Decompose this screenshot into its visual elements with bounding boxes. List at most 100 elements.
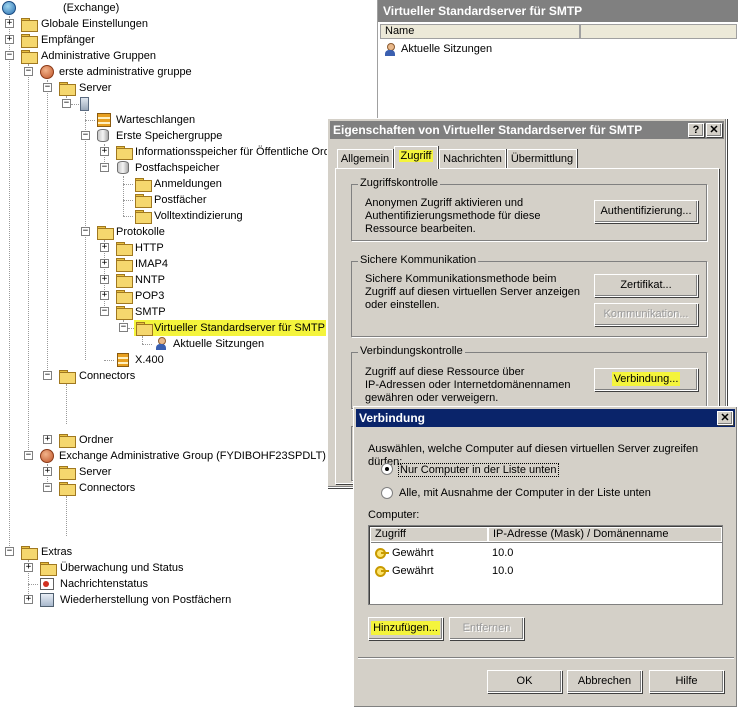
column-header-ip[interactable]: IP-Adresse (Mask) / Domänenname <box>488 527 722 542</box>
ok-button[interactable]: OK <box>487 670 562 693</box>
expand-icon[interactable]: + <box>43 435 52 444</box>
kommunikation-button[interactable]: Kommunikation... <box>594 303 698 326</box>
computer-list[interactable]: Zugriff IP-Adresse (Mask) / Domänenname … <box>368 525 723 605</box>
tree-node-postfachspeicher[interactable]: − Postfachspeicher <box>0 160 240 176</box>
tree-node-anmeldungen[interactable]: Anmeldungen <box>0 176 240 192</box>
tree-node-imap4[interactable]: + IMAP4 <box>0 256 200 272</box>
expand-icon[interactable]: + <box>5 19 14 28</box>
tree-node-http[interactable]: + HTTP <box>0 240 200 256</box>
expand-icon[interactable]: + <box>100 275 109 284</box>
tree-node-wiederherstellung[interactable]: + Wiederherstellung von Postfächern <box>0 592 280 608</box>
tree-node-volltextindizierung[interactable]: Volltextindizierung <box>0 208 260 224</box>
collapse-icon[interactable]: − <box>5 51 14 60</box>
tree-node-extras[interactable]: − Extras <box>0 544 200 560</box>
abbrechen-button[interactable]: Abbrechen <box>567 670 642 693</box>
expand-icon[interactable]: + <box>24 563 33 572</box>
column-header-empty[interactable] <box>580 24 737 39</box>
tree-node-erste-admin-gruppe[interactable]: − erste administrative gruppe <box>0 64 220 80</box>
entfernen-button[interactable]: Entfernen <box>449 617 524 640</box>
folder-icon <box>59 434 76 448</box>
list-item[interactable]: Aktuelle Sitzungen <box>384 42 584 58</box>
authentifizierung-button[interactable]: Authentifizierung... <box>594 200 698 223</box>
tree-node-pop3[interactable]: + POP3 <box>0 288 200 304</box>
exchange-icon <box>2 1 16 15</box>
collapse-icon[interactable]: − <box>43 483 52 492</box>
tree-node-ordner[interactable]: + Ordner <box>0 432 200 448</box>
tree-node-protokolle[interactable]: − Protokolle <box>0 224 200 240</box>
hinzufuegen-button[interactable]: Hinzufügen... <box>368 617 443 640</box>
radio-alle-ausnahme[interactable]: Alle, mit Ausnahme der Computer in der L… <box>381 485 681 501</box>
zertifikat-button[interactable]: Zertifikat... <box>594 274 698 297</box>
close-icon[interactable]: ✕ <box>717 411 733 425</box>
sicher-text: Sichere Kommunikationsmethode beim Zugri… <box>365 273 581 311</box>
radio-button[interactable] <box>381 463 393 475</box>
expand-icon[interactable]: + <box>43 467 52 476</box>
expand-icon[interactable]: + <box>100 243 109 252</box>
tree-node-connectors-2[interactable]: − Connectors <box>0 480 200 496</box>
collapse-icon[interactable]: − <box>62 99 71 108</box>
tree-label: Aktuelle Sitzungen <box>173 338 265 350</box>
collapse-icon[interactable]: − <box>5 547 14 556</box>
tree-node-erste-speichergruppe[interactable]: − Erste Speichergruppe <box>0 128 222 144</box>
table-row[interactable]: Gewährt 10.0 <box>373 545 718 562</box>
tab-allgemein[interactable]: Allgemein <box>337 149 393 169</box>
tree-label: Postfachspeicher <box>135 162 220 174</box>
properties-title: Eigenschaften von Virtueller Standardser… <box>333 123 643 137</box>
tree-node-nntp[interactable]: + NNTP <box>0 272 200 288</box>
tree-node-smtp[interactable]: − SMTP <box>0 304 200 320</box>
tree-node-exchange-admin-group[interactable]: − Exchange Administrative Group (FYDIBOH… <box>0 448 330 464</box>
tree-node-informationsspeicher[interactable]: + Informationsspeicher für Öffentliche O… <box>0 144 330 160</box>
tree-node-x400[interactable]: X.400 <box>0 352 200 368</box>
verbindung-button[interactable]: Verbindung... <box>594 368 698 391</box>
collapse-icon[interactable]: − <box>24 451 33 460</box>
tree-node-virtueller-smtp[interactable]: − Virtueller Standardserver für SMTP <box>0 320 326 336</box>
radio-nur-computer[interactable]: Nur Computer in der Liste unten <box>381 461 621 477</box>
expand-icon[interactable]: + <box>24 595 33 604</box>
tree-label: Postfächer <box>154 194 207 206</box>
properties-titlebar: Eigenschaften von Virtueller Standardser… <box>330 121 724 139</box>
folder-icon <box>116 258 133 272</box>
collapse-icon[interactable]: − <box>100 163 109 172</box>
tree-node-server-2[interactable]: + Server <box>0 464 200 480</box>
expand-icon[interactable]: + <box>100 259 109 268</box>
tab-uebermittlung[interactable]: Übermittlung <box>507 149 577 169</box>
folder-icon <box>21 18 38 32</box>
verbindung-dialog: Verbindung ✕ Auswählen, welche Computer … <box>353 406 738 708</box>
column-header-name[interactable]: Name <box>380 24 580 39</box>
collapse-icon[interactable]: − <box>24 67 33 76</box>
tree-label: Informationsspeicher für Öffentliche Ord <box>135 146 330 158</box>
tree-node-empfaenger[interactable]: + Empfänger <box>0 32 200 48</box>
collapse-icon[interactable]: − <box>81 227 90 236</box>
tree-node-root[interactable]: (Exchange) <box>2 0 202 16</box>
collapse-icon[interactable]: − <box>81 131 90 140</box>
collapse-icon[interactable]: − <box>100 307 109 316</box>
tree-label: Volltextindizierung <box>154 210 243 222</box>
folder-icon <box>116 290 133 304</box>
tree-node-warteschlangen[interactable]: Warteschlangen <box>0 112 220 128</box>
tree-label: Protokolle <box>116 226 165 238</box>
radio-button[interactable] <box>381 487 393 499</box>
help-icon[interactable]: ? <box>688 123 704 137</box>
tree-node-connectors[interactable]: − Connectors <box>0 368 200 384</box>
collapse-icon[interactable]: − <box>43 371 52 380</box>
tree-node-globale-einstellungen[interactable]: + Globale Einstellungen <box>0 16 200 32</box>
tab-nachrichten[interactable]: Nachrichten <box>439 149 506 169</box>
tree-node-nachrichtenstatus[interactable]: Nachrichtenstatus <box>0 576 240 592</box>
tab-zugriff[interactable]: Zugriff <box>394 146 438 169</box>
tree-node-ueberwachung[interactable]: + Überwachung und Status <box>0 560 240 576</box>
table-row[interactable]: Gewährt 10.0 <box>373 563 718 580</box>
expand-icon[interactable]: + <box>100 147 109 156</box>
tree-node-administrative-gruppen[interactable]: − Administrative Gruppen <box>0 48 200 64</box>
folder-icon <box>135 178 152 192</box>
expand-icon[interactable]: + <box>100 291 109 300</box>
tree-node-aktuelle-sitzungen[interactable]: Aktuelle Sitzungen <box>0 336 280 352</box>
tree-node-postfaecher[interactable]: Postfächer <box>0 192 240 208</box>
tree-node-server[interactable]: − Server <box>0 80 200 96</box>
column-header-zugriff[interactable]: Zugriff <box>370 527 488 542</box>
tree-node-server-host[interactable]: − <box>0 96 200 112</box>
hilfe-button[interactable]: Hilfe <box>649 670 724 693</box>
collapse-icon[interactable]: − <box>43 83 52 92</box>
close-icon[interactable]: ✕ <box>706 123 722 137</box>
expand-icon[interactable]: + <box>5 35 14 44</box>
collapse-icon[interactable]: − <box>119 323 128 332</box>
